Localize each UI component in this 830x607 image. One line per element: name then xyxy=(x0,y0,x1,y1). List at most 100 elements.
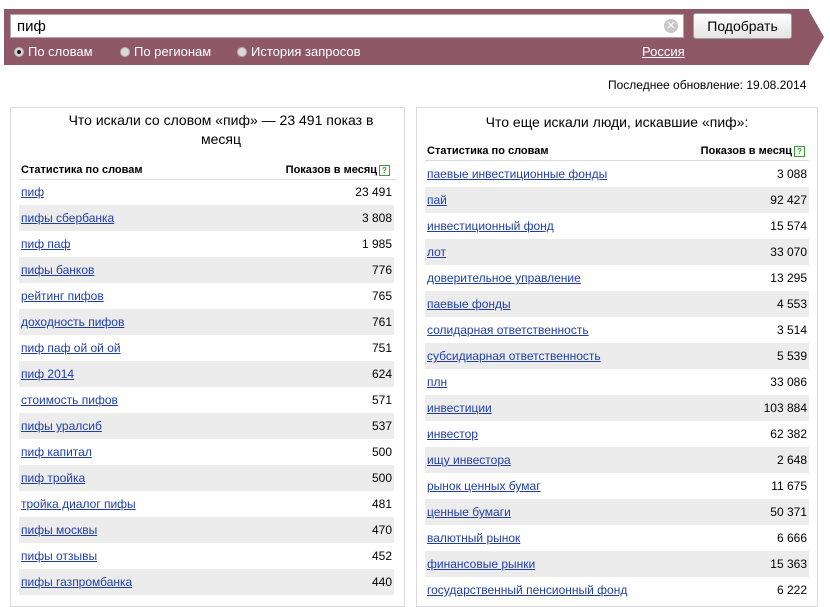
keyword-link[interactable]: ищу инвестора xyxy=(427,453,511,467)
impressions-count: 761 xyxy=(371,315,392,329)
keyword-link[interactable]: инвестиционный фонд xyxy=(427,219,554,233)
radio-label[interactable]: По словам xyxy=(28,44,93,59)
left-panel: Что искали со словом «пиф» — 23 491 пока… xyxy=(10,107,405,607)
keyword-link[interactable]: пиф xyxy=(21,185,44,199)
table-row: валютный рынок 6 666 xyxy=(425,525,809,551)
impressions-count: 751 xyxy=(371,341,392,355)
impressions-count: 15 574 xyxy=(770,219,807,233)
keyword-link[interactable]: инвестор xyxy=(427,427,478,441)
keyword-link[interactable]: пиф паф xyxy=(21,237,70,251)
keyword-link[interactable]: валютный рынок xyxy=(427,531,520,545)
keyword-link[interactable]: пай xyxy=(427,193,447,207)
submit-button[interactable]: Подобрать xyxy=(693,13,792,39)
keyword-link[interactable]: пифы москвы xyxy=(21,523,97,537)
keyword-link[interactable]: тройка диалог пифы xyxy=(21,497,136,511)
keyword-link[interactable]: доходность пифов xyxy=(21,315,124,329)
impressions-count: 500 xyxy=(371,445,392,459)
impressions-count: 1 985 xyxy=(361,237,392,251)
impressions-count: 440 xyxy=(371,575,392,589)
keyword-link[interactable]: пифы сбербанка xyxy=(21,211,114,225)
keyword-link[interactable]: стоимость пифов xyxy=(21,393,118,407)
keyword-link[interactable]: пифы газпромбанка xyxy=(21,575,132,589)
table-row: паевые инвестиционные фонды 3 088 xyxy=(425,161,809,187)
radio-by-regions[interactable]: По регионам xyxy=(120,44,211,59)
impressions-count: 776 xyxy=(371,263,392,277)
search-input[interactable]: пиф ✕ xyxy=(10,14,684,38)
impressions-count: 537 xyxy=(371,419,392,433)
table-row: рынок ценных бумаг 11 675 xyxy=(425,473,809,499)
region-link[interactable]: Россия xyxy=(642,44,685,59)
radio-label[interactable]: История запросов xyxy=(251,44,361,59)
keyword-link[interactable]: пиф паф ой ой ой xyxy=(21,341,121,355)
keyword-link[interactable]: лот xyxy=(427,245,446,259)
keyword-link[interactable]: рейтинг пифов xyxy=(21,289,104,303)
radio-selected-icon[interactable] xyxy=(14,47,24,57)
table-row: плн 33 086 xyxy=(425,369,809,395)
keyword-link[interactable]: ценные бумаги xyxy=(427,505,511,519)
table-row: доверительное управление 13 295 xyxy=(425,265,809,291)
impressions-count: 62 382 xyxy=(770,427,807,441)
left-col-header-count-label: Показов в месяц xyxy=(285,164,377,176)
impressions-count: 15 363 xyxy=(770,557,807,571)
right-col-header-count-label: Показов в месяц xyxy=(700,145,792,157)
left-panel-title-line2: месяц xyxy=(200,131,241,147)
radio-label[interactable]: По регионам xyxy=(134,44,211,59)
impressions-count: 3 808 xyxy=(361,211,392,225)
table-row: инвестиционный фонд 15 574 xyxy=(425,213,809,239)
table-row: ищу инвестора 2 648 xyxy=(425,447,809,473)
radio-unselected-icon[interactable] xyxy=(120,47,130,57)
radio-by-words[interactable]: По словам xyxy=(14,44,93,59)
impressions-count: 6 666 xyxy=(776,531,807,545)
keyword-link[interactable]: доверительное управление xyxy=(427,271,581,285)
help-icon[interactable]: ? xyxy=(794,146,805,157)
keyword-link[interactable]: солидарная ответственность xyxy=(427,323,589,337)
left-col-header-words: Статистика по словам xyxy=(21,164,143,176)
table-row: рейтинг пифов 765 xyxy=(19,283,394,309)
impressions-count: 50 371 xyxy=(770,505,807,519)
keyword-link[interactable]: пиф тройка xyxy=(21,471,85,485)
clear-icon[interactable]: ✕ xyxy=(664,19,678,33)
table-row: лот 33 070 xyxy=(425,239,809,265)
keyword-link[interactable]: государственный пенсионный фонд xyxy=(427,583,627,597)
impressions-count: 5 539 xyxy=(776,349,807,363)
table-row: пифы газпромбанка 440 xyxy=(19,569,394,595)
impressions-count: 765 xyxy=(371,289,392,303)
right-col-header-count: Показов в месяц? xyxy=(701,145,805,157)
table-row: пифы уралсиб 537 xyxy=(19,413,394,439)
impressions-count: 3 088 xyxy=(776,167,807,181)
table-row: пай 92 427 xyxy=(425,187,809,213)
table-row: пифы банков 776 xyxy=(19,257,394,283)
impressions-count: 33 070 xyxy=(770,245,807,259)
table-row: пиф паф ой ой ой 751 xyxy=(19,335,394,361)
keyword-link[interactable]: субсидиарная ответственность xyxy=(427,349,601,363)
table-row: пиф 2014 624 xyxy=(19,361,394,387)
table-row: пиф капитал 500 xyxy=(19,439,394,465)
keyword-link[interactable]: паевые фонды xyxy=(427,297,511,311)
keyword-link[interactable]: рынок ценных бумаг xyxy=(427,479,541,493)
radio-unselected-icon[interactable] xyxy=(237,47,247,57)
radio-query-history[interactable]: История запросов xyxy=(237,44,361,59)
left-panel-title: Что искали со словом «пиф» — 23 491 пока… xyxy=(51,111,391,149)
table-row: пиф паф 1 985 xyxy=(19,231,394,257)
search-input-value[interactable]: пиф xyxy=(17,18,46,35)
table-row: субсидиарная ответственность 5 539 xyxy=(425,343,809,369)
impressions-count: 624 xyxy=(371,367,392,381)
keyword-link[interactable]: пифы банков xyxy=(21,263,94,277)
keyword-link[interactable]: пиф 2014 xyxy=(21,367,74,381)
keyword-link[interactable]: пифы отзывы xyxy=(21,549,97,563)
table-row: инвестор 62 382 xyxy=(425,421,809,447)
keyword-link[interactable]: финансовые рынки xyxy=(427,557,535,571)
table-row: инвестиции 103 884 xyxy=(425,395,809,421)
impressions-count: 481 xyxy=(371,497,392,511)
keyword-link[interactable]: пифы уралсиб xyxy=(21,419,102,433)
keyword-link[interactable]: пиф капитал xyxy=(21,445,92,459)
toolbar-arrow-tip xyxy=(808,9,824,65)
help-icon[interactable]: ? xyxy=(379,165,390,176)
impressions-count: 23 491 xyxy=(355,185,392,199)
keyword-link[interactable]: инвестиции xyxy=(427,401,492,415)
keyword-link[interactable]: паевые инвестиционные фонды xyxy=(427,167,607,181)
impressions-count: 2 648 xyxy=(776,453,807,467)
table-row: ценные бумаги 50 371 xyxy=(425,499,809,525)
keyword-link[interactable]: плн xyxy=(427,375,447,389)
table-row: пиф тройка 500 xyxy=(19,465,394,491)
